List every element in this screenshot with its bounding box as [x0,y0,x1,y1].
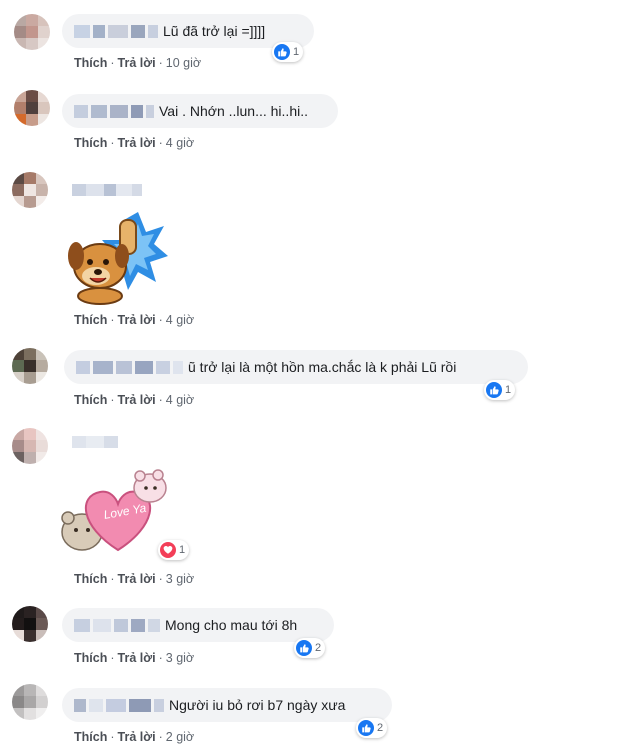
like-reaction-icon [358,720,374,736]
like-reaction-icon [296,640,312,656]
comment-time[interactable]: 3 giờ [166,651,194,665]
reply-link[interactable]: Trả lời [118,56,156,70]
reaction-badge[interactable]: 1 [158,540,190,560]
reply-link[interactable]: Trả lời [118,730,156,744]
separator: · [110,651,115,665]
comment-bubble: Người iu bỏ rơi b7 ngày xưa [62,688,392,722]
avatar[interactable] [12,684,48,720]
avatar[interactable] [14,14,50,50]
comment-text: Mong cho mau tới 8h [165,617,298,633]
separator: · [158,572,163,586]
comment-actions: Thích · Trả lời · 2 giờ [74,730,194,744]
separator: · [158,651,163,665]
comment-bubble: Mong cho mau tới 8h [62,608,334,642]
avatar[interactable] [12,348,48,384]
reply-link[interactable]: Trả lời [118,136,156,150]
commenter-name[interactable] [72,184,142,196]
like-reaction-icon [486,382,502,398]
avatar[interactable] [14,90,50,126]
comment-actions: Thích · Trả lời · 3 giờ [74,651,194,665]
separator: · [158,730,163,744]
separator: · [158,393,163,407]
comment-actions: Thích · Trả lời · 10 giờ [74,56,201,70]
comment-actions: Thích · Trả lời · 3 giờ [74,572,194,586]
like-link[interactable]: Thích [74,572,107,586]
comment-time[interactable]: 4 giờ [166,136,194,150]
like-reaction-icon [274,44,290,60]
comment-time[interactable]: 10 giờ [166,56,201,70]
reaction-count: 1 [293,46,300,58]
comment-actions: Thích · Trả lời · 4 giờ [74,313,194,327]
reply-link[interactable]: Trả lời [118,651,156,665]
like-link[interactable]: Thích [74,56,107,70]
comment-actions: Thích · Trả lời · 4 giờ [74,136,194,150]
like-link[interactable]: Thích [74,393,107,407]
like-link[interactable]: Thích [74,651,107,665]
commenter-name[interactable] [76,360,186,374]
avatar[interactable] [12,172,48,208]
love-ya-bears-sticker[interactable]: Love Ya [60,466,170,562]
commenter-name[interactable] [74,698,167,712]
comment-text: Lũ đã trở lại =]]]] [163,23,266,39]
avatar[interactable] [12,606,48,642]
love-reaction-icon [160,542,176,558]
separator: · [158,313,163,327]
avatar[interactable] [12,428,48,464]
commenter-name[interactable] [74,618,163,632]
reaction-count: 2 [315,642,322,654]
like-link[interactable]: Thích [74,313,107,327]
reaction-count: 2 [377,722,384,734]
separator: · [110,730,115,744]
separator: · [110,313,115,327]
comment-bubble: ũ trở lại là một hồn ma.chắc là k phải L… [64,350,528,384]
separator: · [158,136,163,150]
separator: · [158,56,163,70]
reaction-badge[interactable]: 2 [294,638,326,658]
reaction-badge[interactable]: 2 [356,718,388,738]
reaction-badge[interactable]: 1 [484,380,516,400]
comment-time[interactable]: 3 giờ [166,572,194,586]
reply-link[interactable]: Trả lời [118,393,156,407]
reply-link[interactable]: Trả lời [118,572,156,586]
comment-time[interactable]: 2 giờ [166,730,194,744]
comment-time[interactable]: 4 giờ [166,313,194,327]
separator: · [110,56,115,70]
reaction-count: 1 [505,384,512,396]
comment-text: ũ trở lại là một hồn ma.chắc là k phải L… [188,359,457,375]
separator: · [110,136,115,150]
reply-link[interactable]: Trả lời [118,313,156,327]
comment-bubble: Vai . Nhớn ..lun... hi..hi.. [62,94,338,128]
comment-text: Vai . Nhớn ..lun... hi..hi.. [159,103,308,119]
commenter-name[interactable] [74,104,157,118]
dog-thumbs-up-sticker[interactable] [60,206,170,306]
reaction-count: 1 [179,544,186,556]
commenter-name[interactable] [72,436,118,448]
comment-text: Người iu bỏ rơi b7 ngày xưa [169,697,346,713]
comment-time[interactable]: 4 giờ [166,393,194,407]
commenter-name[interactable] [74,24,161,38]
like-link[interactable]: Thích [74,136,107,150]
reaction-badge[interactable]: 1 [272,42,304,62]
separator: · [110,572,115,586]
separator: · [110,393,115,407]
comment-actions: Thích · Trả lời · 4 giờ [74,393,194,407]
like-link[interactable]: Thích [74,730,107,744]
